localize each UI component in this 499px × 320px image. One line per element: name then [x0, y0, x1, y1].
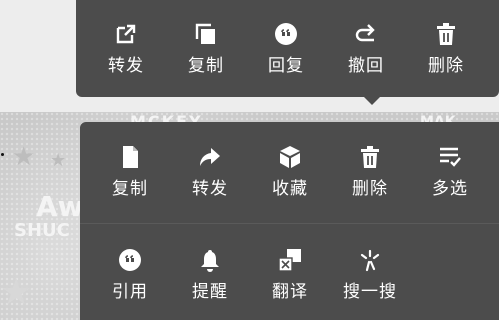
top-reply-button[interactable]: 回复 — [246, 22, 326, 92]
translate-icon — [278, 248, 302, 272]
multi-select-button[interactable]: 多选 — [410, 145, 490, 215]
favorite-button[interactable]: 收藏 — [250, 145, 330, 215]
delete-button[interactable]: 删除 — [330, 145, 410, 215]
search-button[interactable]: 搜一搜 — [330, 248, 410, 318]
forward-button[interactable]: 转发 — [170, 145, 250, 215]
quote-button[interactable]: 引用 — [90, 248, 170, 318]
top-reply-label: 回复 — [268, 56, 304, 76]
top-copy-button[interactable]: 复制 — [166, 22, 246, 92]
bell-icon — [198, 248, 222, 272]
top-forward-label: 转发 — [108, 56, 144, 76]
document-icon — [118, 145, 142, 169]
forward-label: 转发 — [192, 179, 228, 199]
cube-icon — [278, 145, 302, 169]
top-recall-label: 撤回 — [348, 56, 384, 76]
share-arrow-icon — [114, 22, 138, 46]
sticker-text: SHUC — [14, 220, 70, 241]
trash-icon — [434, 22, 458, 46]
cursor-dot — [1, 153, 4, 156]
quote-reply-icon — [274, 22, 298, 46]
top-recall-button[interactable]: 撤回 — [326, 22, 406, 92]
copy-label: 复制 — [112, 179, 148, 199]
star-doodle: ★ — [12, 142, 36, 172]
star-doodle: ★ — [50, 150, 67, 171]
translate-label: 翻译 — [272, 282, 308, 302]
copy-icon — [194, 22, 218, 46]
delete-label: 删除 — [352, 179, 388, 199]
top-context-menu: 转发 复制 回复 撤回 删除 — [76, 0, 499, 97]
remind-button[interactable]: 提醒 — [170, 248, 250, 318]
top-delete-label: 删除 — [428, 56, 464, 76]
translate-button[interactable]: 翻译 — [250, 248, 330, 318]
top-delete-button[interactable]: 删除 — [406, 22, 486, 92]
remind-label: 提醒 — [192, 282, 228, 302]
menu-pointer-arrow — [363, 96, 381, 105]
multi-select-icon — [438, 145, 462, 169]
quote-icon — [118, 248, 142, 272]
trash-icon — [358, 145, 382, 169]
favorite-label: 收藏 — [272, 179, 308, 199]
top-forward-button[interactable]: 转发 — [86, 22, 166, 92]
search-label: 搜一搜 — [343, 282, 397, 302]
quote-label: 引用 — [112, 282, 148, 302]
copy-button[interactable]: 复制 — [90, 145, 170, 215]
multi-select-label: 多选 — [432, 179, 468, 199]
star-doodle: ★ — [0, 272, 33, 313]
undo-icon — [354, 22, 378, 46]
sticker-text: Aw — [36, 190, 84, 223]
forward-arrow-icon — [198, 145, 222, 169]
menu-row-divider — [80, 223, 499, 224]
search-spark-icon — [358, 248, 382, 272]
top-copy-label: 复制 — [188, 56, 224, 76]
bottom-context-menu: 复制 转发 收藏 删除 多选 引用 提醒 翻译 搜一搜 — [80, 122, 499, 320]
